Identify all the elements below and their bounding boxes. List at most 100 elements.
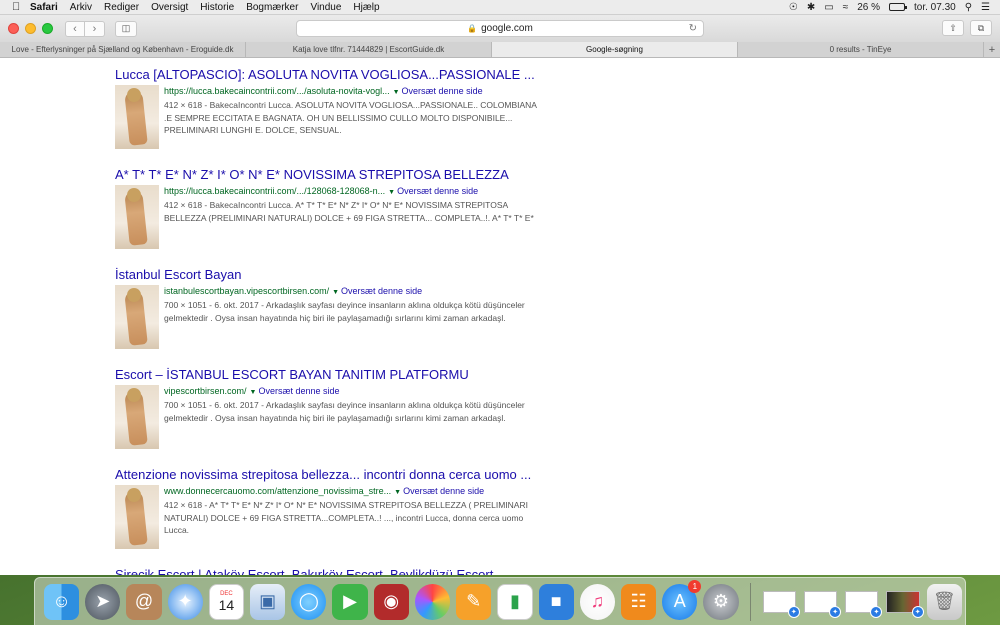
tab-eroguide[interactable]: Love - Efterlysninger på Sjælland og Køb… [0,42,246,57]
trash-icon[interactable]: 🗑 [926,583,962,620]
tab-label: 0 results - TinEye [829,45,892,54]
clock[interactable]: tor. 07.30 [914,2,956,13]
appstore-icon[interactable]: A 1 [662,579,702,620]
reload-icon[interactable]: ↻ [689,23,697,34]
result-url[interactable]: vipescortbirsen.com/ [164,386,247,396]
tab-tineye[interactable]: 0 results - TinEye [738,42,984,57]
forward-button[interactable]: › [85,20,105,37]
translate-link[interactable]: Oversæt denne side [341,286,422,296]
tab-label: Katja love tlfnr. 71444829 | EscortGuide… [292,45,445,54]
chevron-right-icon: › [92,22,97,35]
airplay-icon[interactable]: ▭ [824,2,833,13]
keynote-icon[interactable]: ■ [538,583,574,620]
contacts-icon[interactable]: @ [126,583,162,620]
menu-item-bookmarks[interactable]: Bogmærker [246,2,298,13]
result-url[interactable]: www.donnecercauomo.com/attenzione_noviss… [164,486,391,496]
result-thumbnail[interactable] [115,285,159,349]
result-thumbnail[interactable] [115,185,159,249]
battery-icon[interactable] [889,3,907,11]
result-thumbnail[interactable] [115,485,159,549]
dropdown-arrow-icon[interactable]: ▼ [393,89,400,96]
apple-icon[interactable]:  [12,1,30,13]
music-icon[interactable]: ♫ [579,583,615,620]
window-controls [0,23,53,34]
result-thumbnail[interactable] [115,385,159,449]
plus-icon: + [988,43,996,56]
address-bar[interactable]: 🔒 google.com ↻ [296,20,704,37]
search-results-page: Lucca [ALTOPASCIO]: ASOLUTA NOVITA VOGLI… [0,58,1000,575]
translate-link[interactable]: Oversæt denne side [403,486,484,496]
preview-icon[interactable]: ▣ [250,583,286,620]
photobooth-icon[interactable]: ◉ [373,583,409,620]
dropdown-arrow-icon[interactable]: ▼ [388,189,395,196]
search-result: Sirecik Escort | Ataköy Escort, Bakırköy… [115,567,545,575]
launchpad-icon[interactable]: ➤ [85,583,121,620]
minimize-window-button[interactable] [25,23,36,34]
result-title[interactable]: Attenzione novissima strepitosa bellezza… [115,467,545,483]
books-icon[interactable]: ☷ [620,583,657,620]
numbers-icon[interactable]: ▮ [497,583,533,620]
back-button[interactable]: ‹ [65,20,85,37]
sidebar-icon: ◫ [121,23,131,33]
result-title[interactable]: Sirecik Escort | Ataköy Escort, Bakırköy… [115,567,545,575]
result-title[interactable]: Escort – İSTANBUL ESCORT BAYAN TANITIM P… [115,367,545,383]
facetime-icon[interactable]: ▶ [332,583,368,620]
translate-link[interactable]: Oversæt denne side [397,186,478,196]
menu-item-file[interactable]: Arkiv [70,2,92,13]
translate-link[interactable]: Oversæt denne side [402,86,483,96]
safari-window: ‹ › ◫ 🔒 google.com ↻ ⇧ ⧉ Love - Efterlys… [0,15,1000,575]
result-url[interactable]: https://lucca.bakecaincontrii.com/.../12… [164,186,385,196]
tab-escortguide[interactable]: Katja love tlfnr. 71444829 | EscortGuide… [246,42,492,57]
pages-icon[interactable]: ✎ [456,583,492,620]
result-thumbnail[interactable] [115,85,159,149]
safari-icon[interactable]: ✦ [167,583,203,620]
fullscreen-window-button[interactable] [42,23,53,34]
search-result: İstanbul Escort Bayan istanbulescortbaya… [115,267,545,349]
toolbar-right: ⇧ ⧉ [942,20,992,36]
sidebar-toggle-button[interactable]: ◫ [115,20,137,37]
dropdown-arrow-icon[interactable]: ▼ [394,489,401,496]
tab-google-search[interactable]: Google-søgning [492,42,738,57]
tab-bar: Love - Efterlysninger på Sjælland og Køb… [0,42,1000,58]
menu-item-view[interactable]: Oversigt [151,2,188,13]
calendar-day: 14 [218,596,235,613]
notification-center-icon[interactable]: ☰ [981,2,990,13]
minimized-window-3[interactable]: ✦ [845,590,883,618]
result-title[interactable]: İstanbul Escort Bayan [115,267,545,283]
dock: ☺ ➤ @ ✦ DEC 14 ▣ ◯ ▶ ◉ ✎ ▮ ■ ♫ ☷ A 1 ⚙ ✦… [34,577,966,625]
menu-item-edit[interactable]: Rediger [104,2,139,13]
wifi-icon[interactable]: ≈ [843,2,849,13]
minimized-window-4[interactable]: ✦ [886,590,924,618]
bluetooth-icon[interactable]: ✱ [807,2,815,13]
dropdown-arrow-icon[interactable]: ▼ [250,389,257,396]
translate-link[interactable]: Oversæt denne side [258,386,339,396]
minimized-window-2[interactable]: ✦ [803,590,842,618]
menu-item-help[interactable]: Hjælp [353,2,379,13]
messages-icon[interactable]: ◯ [291,583,327,620]
share-button[interactable]: ⇧ [942,20,964,36]
status-area: ☉ ✱ ▭ ≈ 26 % tor. 07.30 ⚲ ☰ [789,2,1000,13]
minimized-window-1[interactable]: ✦ [762,590,800,618]
tab-label: Love - Efterlysninger på Sjælland og Køb… [11,45,234,54]
tab-overview-button[interactable]: ⧉ [970,20,992,36]
battery-percent[interactable]: 26 % [857,2,880,13]
result-snippet: 412 × 618 - BakecaIncontri Lucca. A* T* … [164,200,534,223]
close-window-button[interactable] [8,23,19,34]
result-title[interactable]: Lucca [ALTOPASCIO]: ASOLUTA NOVITA VOGLI… [115,67,545,83]
spotlight-icon[interactable]: ⚲ [965,2,972,13]
siri-icon[interactable]: ☉ [789,2,798,13]
photos-icon[interactable] [414,583,451,620]
settings-icon[interactable]: ⚙ [703,583,739,620]
menu-item-history[interactable]: Historie [200,2,234,13]
result-url[interactable]: https://lucca.bakecaincontrii.com/.../as… [164,86,390,96]
new-tab-button[interactable]: + [984,42,1000,57]
dropdown-arrow-icon[interactable]: ▼ [332,289,339,296]
share-icon: ⇧ [949,22,957,33]
result-title[interactable]: A* T* T* E* N* Z* I* O* N* E* NOVISSIMA … [115,167,545,183]
appstore-badge: 1 [688,579,702,593]
result-url[interactable]: istanbulescortbayan.vipescortbirsen.com/ [164,286,329,296]
menu-app-name[interactable]: Safari [30,2,58,13]
calendar-icon[interactable]: DEC 14 [208,583,245,620]
finder-icon[interactable]: ☺ [44,583,80,620]
menu-item-window[interactable]: Vindue [310,2,341,13]
